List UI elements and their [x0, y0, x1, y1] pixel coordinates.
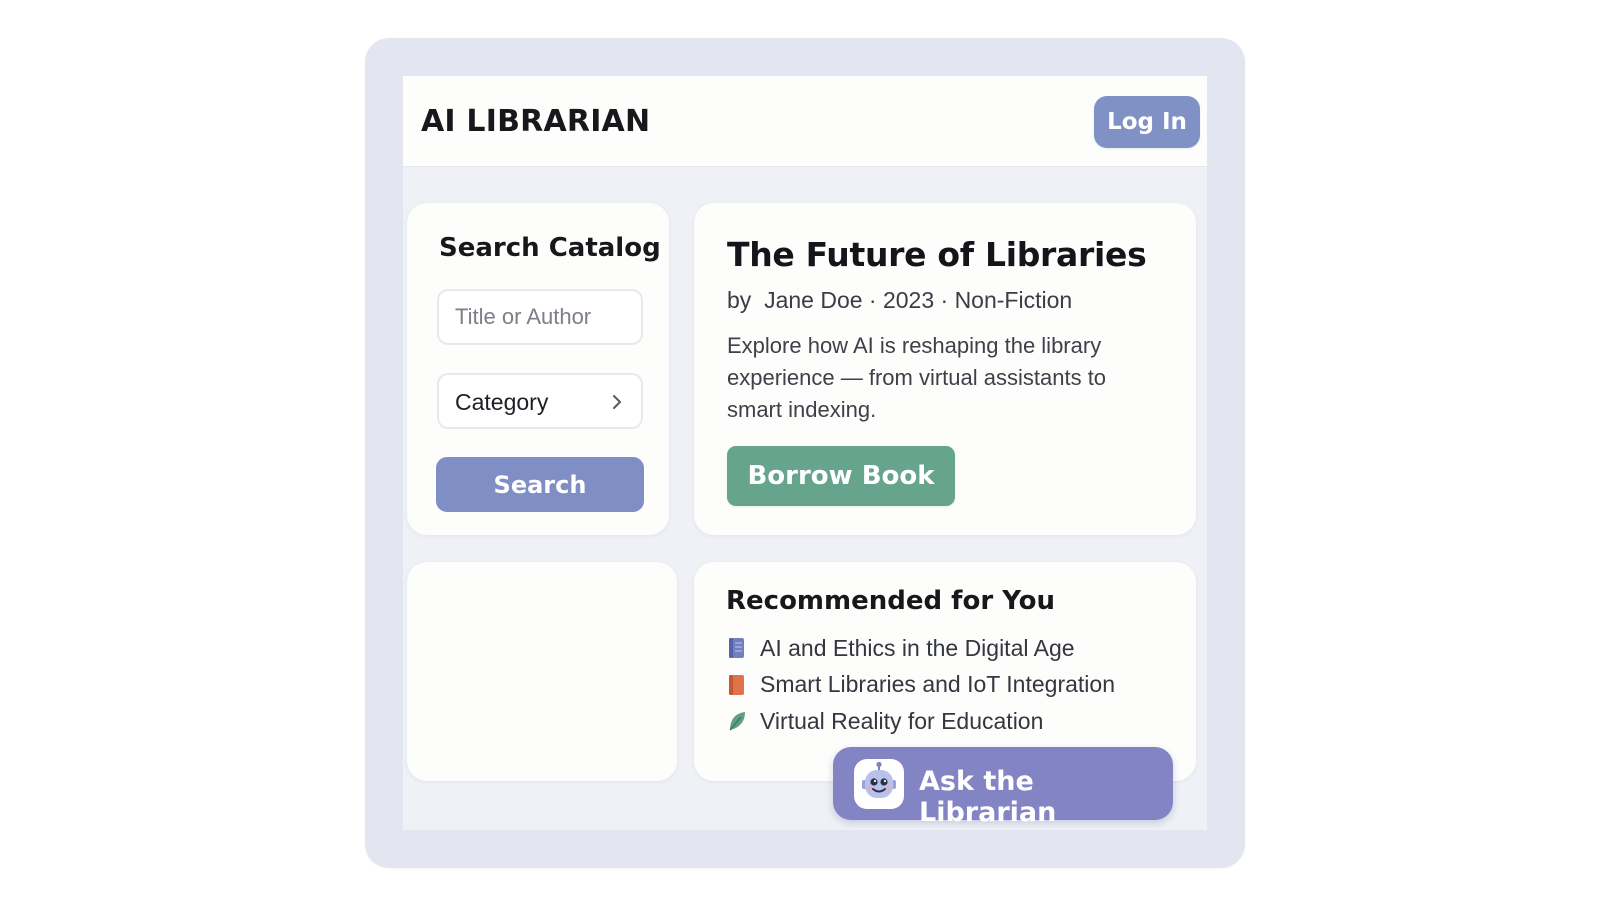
recommended-list: AI and Ethics in the Digital Age Smart L…	[726, 630, 1115, 740]
book-orange-icon	[729, 674, 744, 695]
recommended-item[interactable]: AI and Ethics in the Digital Age	[726, 630, 1115, 667]
empty-panel	[407, 562, 677, 781]
recommended-item-label: AI and Ethics in the Digital Age	[760, 634, 1075, 661]
book-description: Explore how AI is reshaping the library …	[727, 333, 1107, 422]
search-catalog-card: Search Catalog Category Search	[407, 203, 669, 535]
recommended-item[interactable]: Virtual Reality for Education	[726, 703, 1115, 740]
brand-title: AI LIBRARIAN	[421, 104, 651, 139]
device-frame: AI LIBRARIAN Log In Search Catalog Categ…	[365, 38, 1245, 868]
title-author-input[interactable]	[437, 289, 643, 345]
top-header: AI LIBRARIAN Log In	[403, 76, 1207, 167]
book-blue-icon	[729, 638, 744, 659]
book-title: The Future of Libraries	[727, 235, 1147, 274]
ask-librarian-label: Ask the Librarian	[919, 766, 1057, 828]
app-screen: AI LIBRARIAN Log In Search Catalog Categ…	[403, 76, 1207, 830]
featured-book-card: The Future of Libraries by Jane Doe · 20…	[694, 203, 1196, 535]
recommended-item[interactable]: Smart Libraries and IoT Integration	[726, 667, 1115, 704]
book-meta: by Jane Doe · 2023 · Non-Fiction	[727, 287, 1073, 313]
search-catalog-title: Search Catalog	[439, 233, 661, 263]
recommended-title: Recommended for You	[726, 586, 1056, 616]
recommended-item-label: Virtual Reality for Education	[760, 707, 1044, 734]
robot-icon-badge	[854, 759, 904, 809]
robot-icon	[862, 761, 896, 798]
borrow-book-button[interactable]: Borrow Book	[727, 446, 955, 506]
ask-librarian-button[interactable]: Ask the Librarian	[833, 747, 1173, 828]
recommended-item-label: Smart Libraries and IoT Integration	[760, 671, 1115, 698]
category-label: Category	[455, 389, 549, 415]
leaf-icon	[729, 712, 745, 731]
category-select[interactable]: Category	[437, 373, 643, 429]
login-button[interactable]: Log In	[1094, 96, 1200, 148]
search-button[interactable]: Search	[436, 457, 644, 512]
chevron-right-icon	[613, 395, 621, 409]
